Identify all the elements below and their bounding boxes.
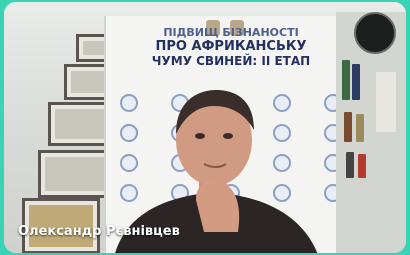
shelf-item [356, 114, 364, 142]
eye [195, 133, 205, 139]
shelf-item [376, 72, 396, 132]
shelf-item [342, 60, 350, 100]
wall-clock [354, 12, 396, 54]
shelf-item [352, 64, 360, 100]
shelf-item [344, 112, 352, 142]
banner-title-line3: ЧУМУ СВИНЕЙ: ІІ ЕТАП [151, 54, 311, 68]
shelf-item [358, 154, 366, 178]
hand [196, 179, 240, 232]
wall-frame [38, 150, 114, 198]
shelf-item [346, 152, 354, 178]
participant-name-label: Олександр Рєвнівцев [18, 224, 180, 239]
banner-title-line2: ПРО АФРИКАНСЬКУ [155, 39, 307, 54]
eye [223, 133, 233, 139]
banner-title-line1: ПІДВИЩ БІЗНАНОСТІ [163, 26, 299, 39]
video-tile[interactable]: ПІДВИЩ БІЗНАНОСТІ ПРО АФРИКАНСЬКУ ЧУМУ С… [4, 2, 406, 253]
